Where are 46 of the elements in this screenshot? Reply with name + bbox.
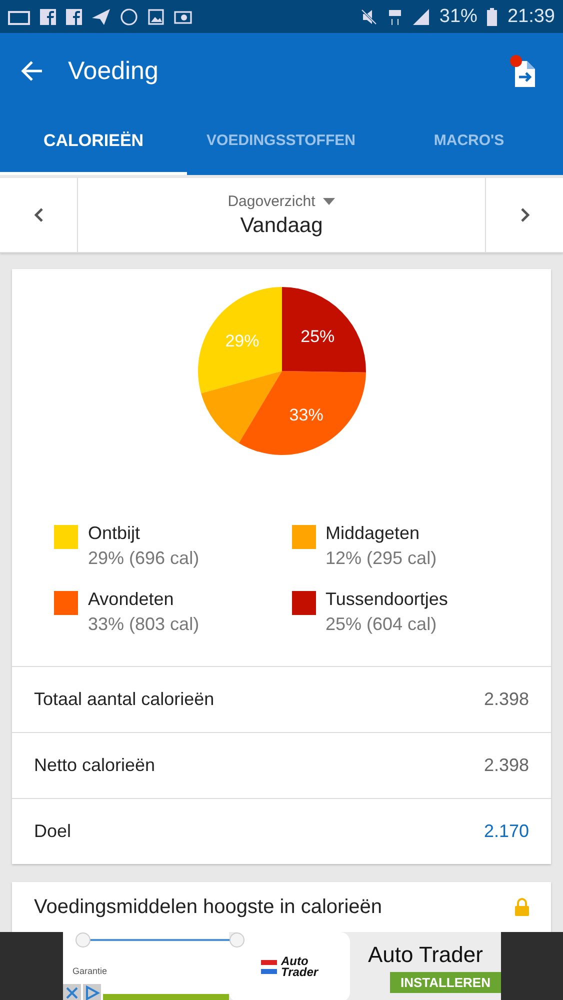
tab[interactable]: VOEDINGSSTOFFEN: [187, 109, 375, 175]
legend-detail: 33% (803 cal): [88, 614, 200, 635]
legend-detail: 29% (696 cal): [88, 548, 200, 569]
row-label: Netto calorieën: [34, 755, 156, 776]
send-icon: [92, 8, 110, 24]
ad-caption: Garantie: [72, 966, 108, 976]
legend-label: Ontbijt: [88, 523, 142, 544]
row-value: 2.170: [484, 821, 529, 842]
slice-label: 33%: [288, 406, 323, 425]
legend-detail: 25% (604 cal): [326, 614, 438, 635]
legend-label: Avondeten: [88, 589, 175, 610]
legend-detail: 12% (295 cal): [326, 548, 437, 569]
screen-title: Voeding: [68, 56, 160, 86]
clock-time: 21:39: [507, 6, 555, 28]
mute-icon: [361, 8, 378, 24]
view-dropdown[interactable]: Dagoverzicht: [228, 192, 336, 210]
flag-icon: [260, 960, 277, 974]
ad-headline: Auto Trader: [368, 942, 483, 968]
facebook-icon: [66, 8, 82, 24]
chevron-left-icon: [34, 207, 44, 223]
slice-label: 25%: [300, 326, 334, 346]
caret-icon: [323, 198, 336, 204]
signal-icon: [413, 8, 430, 24]
legend-label: Tussendoortjes: [326, 589, 448, 610]
tab[interactable]: CALORIEËN: [0, 109, 187, 175]
slice-label: 29%: [224, 332, 259, 351]
install-button[interactable]: INSTALLEREN: [390, 972, 500, 992]
row-label: Doel: [34, 821, 72, 842]
selected-day: Vandaag: [240, 214, 323, 238]
chevron-right-icon: [520, 207, 530, 223]
tab[interactable]: MACRO'S: [375, 109, 563, 175]
battery-icon: [487, 8, 498, 26]
ad-logo-text: Auto Trader: [280, 956, 318, 978]
image-icon: [148, 8, 164, 24]
close-icon[interactable]: [62, 984, 80, 1000]
row-value: 2.398: [484, 689, 529, 710]
legend-label: Middageten: [326, 523, 421, 544]
section-title: Voedingsmiddelen hoogste in calorieën: [34, 896, 382, 918]
ad-banner[interactable]: Garantie Auto Trader Auto Trader INSTALLEREN: [62, 932, 500, 1000]
battery-percentage: 31%: [439, 6, 478, 28]
facebook-icon: [40, 8, 56, 24]
back-arrow-icon[interactable]: [20, 59, 44, 83]
row-value: 2.398: [484, 755, 529, 776]
photo-icon: [174, 10, 192, 24]
row-label: Totaal aantal calorieën: [34, 689, 214, 710]
play-icon[interactable]: [82, 984, 100, 1000]
